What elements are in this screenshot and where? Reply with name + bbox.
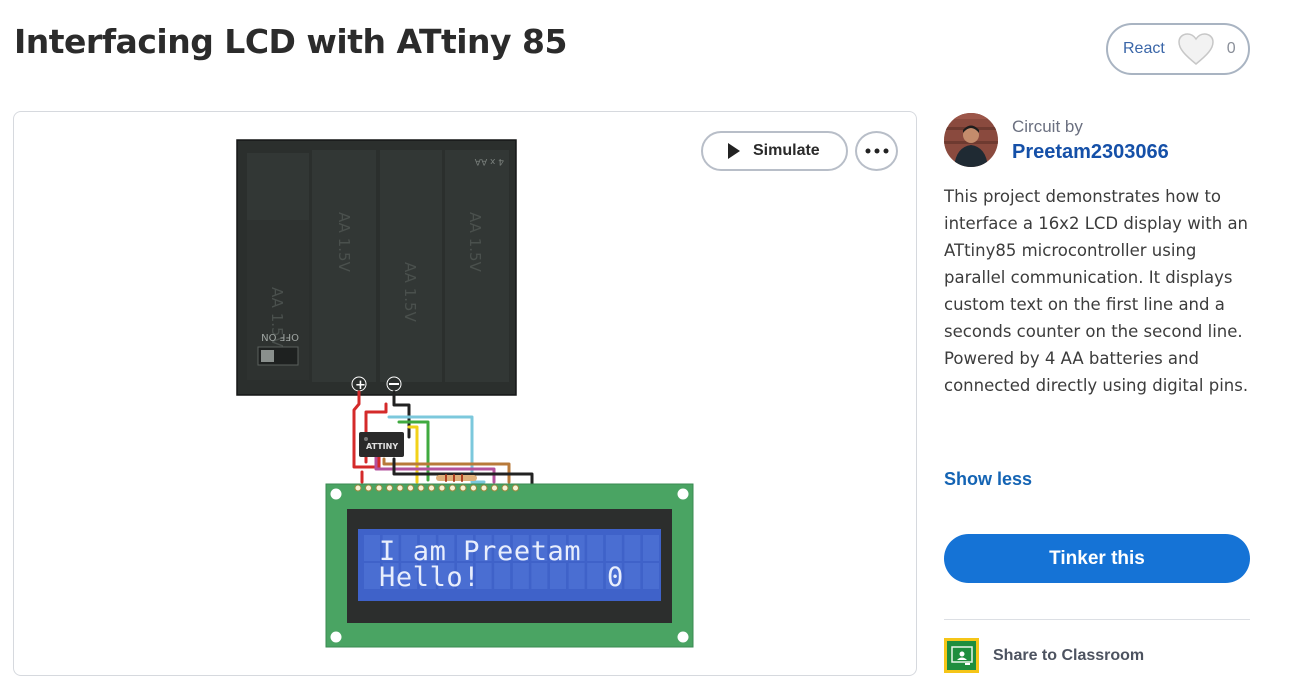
project-description: This project demonstrates how to interfa… [944,187,1249,395]
play-icon [728,143,740,159]
lcd-pin [491,484,498,492]
simulate-button[interactable]: Simulate [701,131,848,171]
lcd-cell [364,563,380,589]
author-info: Circuit by Preetam2303066 [944,113,1169,167]
divider [944,619,1250,620]
lcd-pin [407,484,414,492]
battery-cell-label: AA 1.5V [335,212,353,273]
circuit-by-label: Circuit by [1012,116,1083,136]
author-link[interactable]: Preetam2303066 [1012,141,1169,164]
lcd-pin [396,484,404,492]
lcd-pin [354,484,362,492]
lcd-cell [605,535,622,561]
lcd-pin [480,484,488,492]
battery-cell-label: AA 1.5V [466,212,484,273]
lcd-pin [386,484,393,492]
attiny-chip: ATTINY [359,432,404,457]
more-options-button[interactable] [855,131,898,171]
lcd-cell [643,535,659,561]
page-title: Interfacing LCD with ATtiny 85 [14,22,567,61]
tinker-button[interactable]: Tinker this [944,534,1250,583]
lcd-pin [428,484,435,492]
lcd-pin [459,484,467,492]
lcd-pin [375,484,383,492]
share-classroom-label: Share to Classroom [993,646,1145,664]
react-button[interactable]: React 0 [1106,23,1250,75]
lcd-cell [624,563,641,589]
classroom-icon [944,638,979,673]
lcd-pin [470,484,477,492]
react-count: 0 [1226,40,1236,57]
lcd-cell [364,535,380,561]
lcd-line-2: Hello! [379,562,480,593]
lcd-cell [587,563,604,589]
show-less-link[interactable]: Show less [944,469,1032,490]
battery-pack-label: 4 x AA [474,156,504,166]
heart-icon [1177,32,1215,66]
more-icon [865,148,888,154]
lcd-pin [417,484,425,492]
lcd-pin [501,484,509,492]
circuit-diagram: AA 1.5V AA 1.5V AA 1.5V AA 1.5V 4 x AA O… [236,139,694,648]
lcd-pin [449,484,456,492]
lcd-counter: 0 [607,562,623,593]
lcd-pin [512,484,519,492]
lcd-module: I am Preetam Hello! 0 [325,483,694,648]
switch-label: OFF ON [261,331,299,342]
lcd-cell [587,535,604,561]
simulate-label: Simulate [753,142,820,159]
share-classroom-button[interactable]: Share to Classroom [944,638,1144,673]
lcd-cell [624,535,641,561]
lcd-cell [643,563,659,589]
lcd-pin [438,484,446,492]
battery-cell-label: AA 1.5V [401,262,419,323]
avatar[interactable] [944,113,998,167]
battery-pack: AA 1.5V AA 1.5V AA 1.5V AA 1.5V 4 x AA O… [236,139,517,396]
chip-label: ATTINY [366,442,398,451]
lcd-pin [365,484,372,492]
circuit-viewer[interactable]: AA 1.5V AA 1.5V AA 1.5V AA 1.5V 4 x AA O… [13,111,917,676]
svg-text:+: + [355,378,366,393]
react-label: React [1123,40,1165,57]
